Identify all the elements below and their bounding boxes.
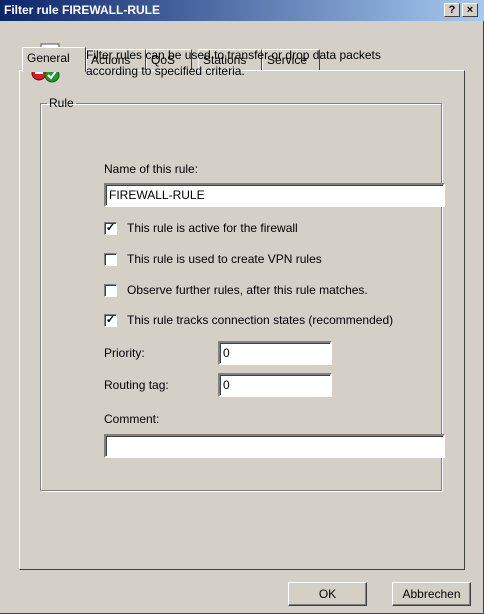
title-bar[interactable]: Filter rule FIREWALL-RULE ? × <box>0 0 484 21</box>
dialog-window: Filter rule FIREWALL-RULE ? × General Ac… <box>0 0 484 614</box>
checkbox-box[interactable]: ✓ <box>104 222 117 235</box>
checkbox-box[interactable]: ✓ <box>104 314 117 327</box>
close-button[interactable]: × <box>462 3 478 17</box>
routing-tag-input[interactable]: 0 <box>218 373 332 397</box>
priority-label: Priority: <box>104 346 145 360</box>
comment-input[interactable] <box>104 434 445 458</box>
rule-name-label: Name of this rule: <box>104 162 199 176</box>
comment-label: Comment: <box>104 412 160 426</box>
checkbox-box[interactable] <box>104 284 117 297</box>
window-title: Filter rule FIREWALL-RULE <box>4 3 160 17</box>
checkbox-box[interactable] <box>104 253 117 266</box>
cancel-button[interactable]: Abbrechen <box>392 582 471 606</box>
priority-input[interactable]: 0 <box>218 341 332 365</box>
checkbox-label: This rule is used to create VPN rules <box>127 252 322 266</box>
rule-group-legend: Rule <box>49 96 74 110</box>
ok-button[interactable]: OK <box>288 582 367 606</box>
checkbox-label: This rule tracks connection states (reco… <box>127 313 394 327</box>
tab-general[interactable]: General <box>22 47 86 72</box>
rule-description: Filter rules can be used to transfer or … <box>86 48 381 78</box>
checkbox-label: This rule is active for the firewall <box>127 221 298 235</box>
routing-tag-label: Routing tag: <box>104 378 169 392</box>
checkbox-label: Observe further rules, after this rule m… <box>127 283 368 297</box>
help-button[interactable]: ? <box>444 3 460 17</box>
rule-name-input[interactable]: FIREWALL-RULE <box>104 183 445 207</box>
